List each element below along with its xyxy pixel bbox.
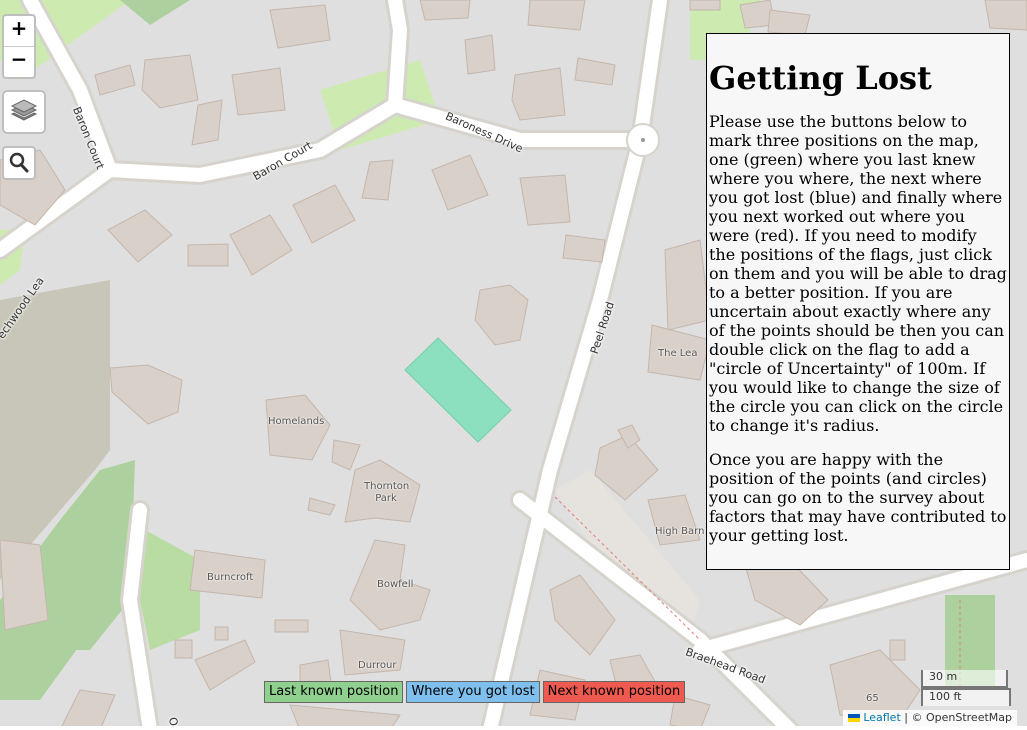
place-label-thornton-park: Thornton Park bbox=[364, 481, 410, 504]
place-label-burncroft: Burncroft bbox=[207, 572, 254, 583]
map-attribution: Leaflet | © OpenStreetMap bbox=[843, 710, 1017, 726]
bottom-strip bbox=[0, 726, 1027, 730]
panel-title: Getting Lost bbox=[709, 59, 932, 97]
panel-instructions: Please use the buttons below to mark thr… bbox=[709, 112, 1007, 435]
where-you-got-lost-button[interactable]: Where you got lost bbox=[406, 681, 540, 703]
next-known-position-button[interactable]: Next known position bbox=[542, 681, 686, 703]
place-label-high-barn: High Barn bbox=[655, 526, 705, 537]
place-label-the-lea: The Lea bbox=[658, 348, 698, 359]
layers-button[interactable] bbox=[2, 90, 46, 134]
place-label-homelands: Homelands bbox=[268, 416, 325, 427]
search-icon bbox=[9, 152, 29, 173]
place-label-bowfell: Bowfell bbox=[377, 579, 414, 590]
zoom-out-button[interactable]: − bbox=[4, 46, 34, 77]
scale-imperial: 100 ft bbox=[921, 688, 1011, 706]
scale-metric: 30 m bbox=[921, 670, 1008, 688]
leaflet-link[interactable]: Leaflet bbox=[863, 711, 900, 724]
openstreetmap-link[interactable]: OpenStreetMap bbox=[926, 711, 1012, 724]
position-buttons: Last known position Where you got lost N… bbox=[264, 681, 686, 703]
layers-icon bbox=[10, 99, 38, 121]
search-button[interactable] bbox=[2, 146, 36, 180]
attribution-separator: | © bbox=[900, 711, 926, 724]
ukraine-flag-icon bbox=[848, 714, 861, 722]
last-known-position-button[interactable]: Last known position bbox=[264, 681, 404, 703]
info-panel: Getting Lost Please use the buttons belo… bbox=[706, 33, 1010, 570]
panel-survey-note: Once you are happy with the position of … bbox=[709, 450, 1007, 545]
zoom-control: + − bbox=[2, 14, 36, 79]
place-label-durrour: Durrour bbox=[358, 660, 397, 671]
place-label-house-65: 65 bbox=[866, 693, 879, 704]
zoom-in-button[interactable]: + bbox=[4, 16, 34, 46]
